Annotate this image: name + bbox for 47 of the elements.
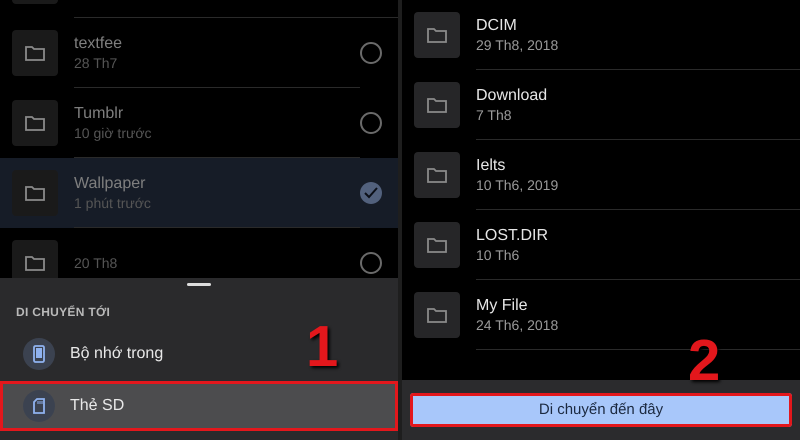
sheet-title: DI CHUYỂN TỚI	[16, 304, 112, 321]
file-name: Wallpaper	[74, 174, 146, 194]
folder-icon	[12, 100, 58, 146]
folder-icon	[414, 222, 460, 268]
file-date: 24 Th6, 2018	[476, 316, 560, 334]
file-row[interactable]: Wallpaper 1 phút trước	[0, 158, 398, 228]
file-date: 1 phút trước	[74, 194, 152, 212]
destination-label: Thẻ SD	[70, 396, 124, 416]
file-date: 20 Th8	[74, 254, 118, 272]
step-number: 1	[306, 318, 338, 376]
file-date: 29 Th8, 2018	[476, 36, 560, 54]
radio-button[interactable]	[360, 252, 382, 274]
destination-item[interactable]: Bộ nhớ trong	[0, 329, 180, 379]
folder-icon	[12, 170, 58, 216]
file-name: Ielts	[476, 156, 506, 176]
file-date: 28 Th7	[74, 54, 118, 72]
destination-item[interactable]: Thẻ SD	[0, 381, 398, 431]
file-name: Tumblr	[74, 104, 124, 124]
radio-button[interactable]	[360, 42, 382, 64]
folder-icon	[414, 12, 460, 58]
file-name: My File	[476, 296, 529, 316]
file-date: 10 Th6	[476, 246, 520, 264]
folder-icon	[414, 292, 460, 338]
sd-card-icon	[23, 390, 55, 422]
file-date: 10 giờ trước	[74, 124, 153, 142]
folder-icon	[414, 152, 460, 198]
folder-icon	[414, 82, 460, 128]
file-name: Download	[476, 86, 548, 106]
file-date: 10 Th6, 2019	[476, 176, 560, 194]
phone-icon	[23, 338, 55, 370]
file-name: textfee	[74, 34, 124, 54]
move-here-button[interactable]: Di chuyển đến đây	[410, 393, 792, 427]
folder-row[interactable]: Download 7 Th8	[402, 70, 800, 140]
destination-label: Bộ nhớ trong	[70, 344, 164, 364]
folder-row[interactable]: Ielts 10 Th6, 2019	[402, 140, 800, 210]
file-date: 7 Th8	[476, 106, 513, 124]
file-name: DCIM	[476, 16, 518, 36]
folder-icon	[12, 30, 58, 76]
step-number: 2	[688, 332, 720, 390]
drag-handle[interactable]	[187, 283, 211, 286]
file-name: LOST.DIR	[476, 226, 550, 246]
folder-row[interactable]: LOST.DIR 10 Th6	[402, 210, 800, 280]
check-icon	[364, 187, 378, 199]
folder-row[interactable]: DCIM 29 Th8, 2018	[402, 0, 800, 70]
file-row[interactable]: textfee 28 Th7	[0, 18, 398, 88]
radio-button[interactable]	[360, 112, 382, 134]
checked-radio[interactable]	[360, 182, 382, 204]
